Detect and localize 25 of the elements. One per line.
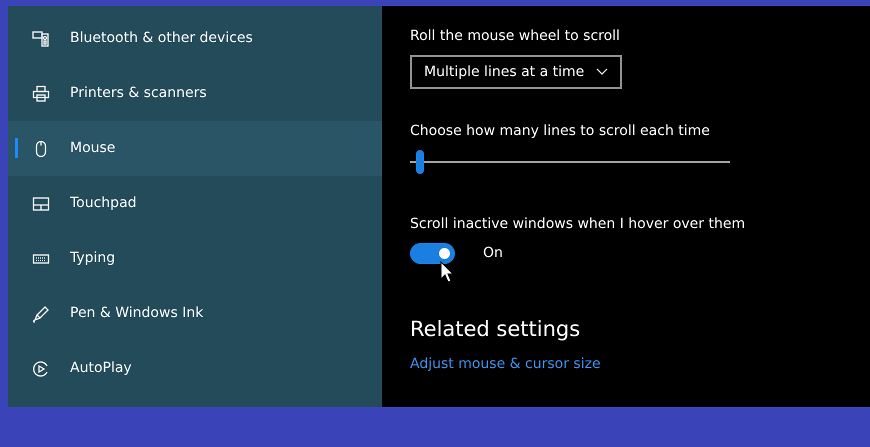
- lines-slider[interactable]: [410, 150, 730, 174]
- scroll-mode-dropdown[interactable]: Multiple lines at a time: [410, 55, 622, 89]
- slider-thumb[interactable]: [416, 150, 424, 174]
- chevron-down-icon: [596, 68, 608, 76]
- toggle-switch[interactable]: [410, 243, 455, 264]
- sidebar-item[interactable]: Mouse: [8, 121, 382, 176]
- section-heading: Related settings: [410, 316, 582, 343]
- sidebar-item[interactable]: AutoPlay: [8, 341, 382, 396]
- setting-label: Choose how many lines to scroll each time: [410, 122, 711, 141]
- keyboard-speaker-icon: [32, 30, 50, 48]
- mouse-pointer-icon: [440, 261, 454, 283]
- toggle-state: On: [483, 244, 503, 263]
- sidebar-item[interactable]: Typing: [8, 231, 382, 286]
- sidebar-item[interactable]: Pen & Windows Ink: [8, 286, 382, 341]
- selection-indicator: [15, 138, 18, 158]
- sidebar-item[interactable]: Bluetooth & other devices: [8, 11, 382, 66]
- sidebar-item[interactable]: Touchpad: [8, 176, 382, 231]
- setting-label: Scroll inactive windows when I hover over them: [410, 215, 746, 234]
- setting-label: Roll the mouse wheel to scroll: [410, 27, 621, 46]
- pen-icon: [32, 304, 50, 322]
- play-circle-icon: [32, 360, 50, 378]
- touchpad-icon: [32, 194, 50, 212]
- printer-icon: [32, 84, 50, 102]
- settings-link[interactable]: Adjust mouse & cursor size: [410, 354, 870, 374]
- sidebar-item[interactable]: Printers & scanners: [8, 66, 382, 121]
